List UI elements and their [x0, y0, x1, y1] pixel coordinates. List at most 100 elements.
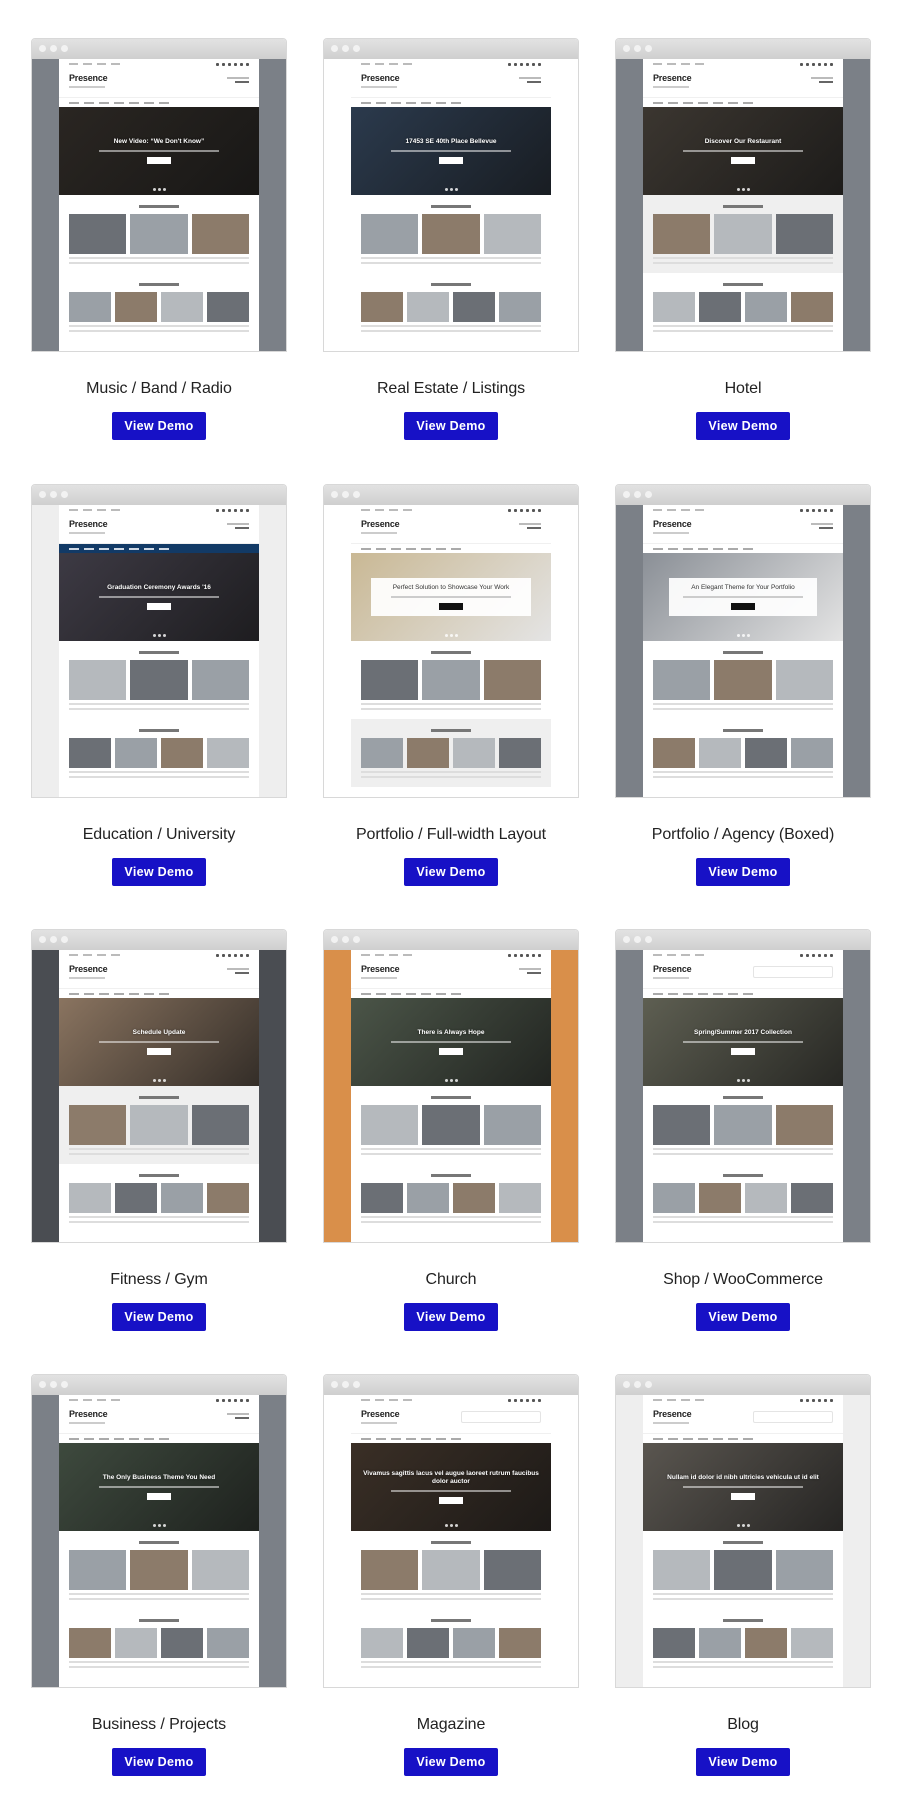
view-demo-button[interactable]: View Demo	[112, 1303, 206, 1331]
preview-thumbnail	[653, 1628, 695, 1658]
demo-preview[interactable]: Presence 17453 SE 40th Place Bellevue	[323, 38, 579, 352]
preview-section	[643, 195, 843, 273]
view-demo-button[interactable]: View Demo	[696, 1303, 790, 1331]
browser-chrome	[616, 485, 870, 505]
window-dot-icon	[61, 45, 68, 52]
preview-site: Presence Vivamus sagittis lacus vel augu…	[351, 1395, 551, 1687]
view-demo-button[interactable]: View Demo	[696, 1748, 790, 1776]
preview-header: Presence	[643, 515, 843, 543]
social-icons	[508, 508, 541, 512]
window-dot-icon	[61, 936, 68, 943]
preview-thumbnail	[69, 1105, 127, 1145]
preview-topbar	[351, 950, 551, 960]
preview-hero: Vivamus sagittis lacus vel augue laoreet…	[351, 1443, 551, 1531]
preview-thumbnail	[453, 738, 495, 768]
demo-preview[interactable]: Presence Perfect Solution to Showcase Yo…	[323, 484, 579, 798]
preview-hero-title: Schedule Update	[132, 1029, 186, 1037]
view-demo-button[interactable]: View Demo	[112, 412, 206, 440]
preview-hero-title: Vivamus sagittis lacus vel augue laoreet…	[363, 1470, 539, 1485]
window-dot-icon	[645, 936, 652, 943]
view-demo-button[interactable]: View Demo	[696, 858, 790, 886]
view-demo-button[interactable]: View Demo	[404, 1303, 498, 1331]
demo-title: Portfolio / Agency (Boxed)	[651, 826, 835, 843]
preview-thumbnail	[653, 660, 711, 700]
preview-thumbnail	[745, 1183, 787, 1213]
preview-section	[351, 1086, 551, 1164]
preview-viewport: Presence Schedule Update	[32, 950, 286, 1242]
preview-viewport: Presence 17453 SE 40th Place Bellevue	[324, 59, 578, 351]
preview-hero-button	[439, 602, 463, 610]
demo-preview[interactable]: Presence New Video: “We Don't Know”	[31, 38, 287, 352]
preview-thumbnail	[714, 660, 772, 700]
slider-dots	[444, 188, 458, 191]
preview-thumbnail	[69, 1183, 111, 1213]
demo-preview[interactable]: Presence An Elegant Theme for Your Portf…	[615, 484, 871, 798]
preview-site: Presence The Only Business Theme You Nee…	[59, 1395, 259, 1687]
preview-thumbnail	[653, 1105, 711, 1145]
preview-sections	[351, 195, 551, 351]
preview-site: Presence There is Always Hope	[351, 950, 551, 1242]
preview-section	[643, 273, 843, 341]
preview-thumbnail	[361, 660, 419, 700]
demo-card: Presence Schedule Update Fitness / Gym V…	[31, 929, 287, 1331]
browser-chrome	[616, 1375, 870, 1395]
preview-topbar	[59, 505, 259, 515]
preview-topbar	[643, 59, 843, 69]
view-demo-button[interactable]: View Demo	[404, 412, 498, 440]
preview-thumbnail	[407, 738, 449, 768]
demo-title: Church	[425, 1271, 477, 1288]
preview-sections	[351, 1531, 551, 1677]
window-dot-icon	[61, 491, 68, 498]
view-demo-button[interactable]: View Demo	[696, 412, 790, 440]
browser-chrome	[616, 930, 870, 950]
demo-preview[interactable]: Presence Vivamus sagittis lacus vel augu…	[323, 1374, 579, 1688]
preview-topbar	[643, 505, 843, 515]
preview-header: Presence	[351, 515, 551, 543]
demo-preview[interactable]: Presence There is Always Hope	[323, 929, 579, 1243]
demo-preview[interactable]: Presence Spring/Summer 2017 Collection	[615, 929, 871, 1243]
preview-hero-button	[439, 156, 463, 164]
social-icons	[508, 953, 541, 957]
preview-thumbnail	[361, 1628, 403, 1658]
preview-thumbnail	[483, 1105, 541, 1145]
window-dot-icon	[50, 491, 57, 498]
demo-preview[interactable]: Presence The Only Business Theme You Nee…	[31, 1374, 287, 1688]
demo-title: Portfolio / Full-width Layout	[355, 826, 547, 843]
slider-dots	[736, 634, 750, 637]
preview-thumbnail	[191, 1105, 249, 1145]
preview-logo: Presence	[653, 519, 692, 529]
view-demo-button[interactable]: View Demo	[112, 1748, 206, 1776]
slider-dots	[736, 1524, 750, 1527]
preview-hero-title: The Only Business Theme You Need	[102, 1474, 216, 1482]
demo-card: Presence Graduation Ceremony Awards '16	[31, 484, 287, 886]
preview-sections	[59, 1531, 259, 1677]
preview-nav	[59, 1433, 259, 1443]
preview-thumbnail	[653, 292, 695, 322]
window-dot-icon	[645, 1381, 652, 1388]
window-dot-icon	[645, 491, 652, 498]
window-dot-icon	[331, 1381, 338, 1388]
preview-thumbnail	[69, 292, 111, 322]
preview-thumbnail	[115, 1628, 157, 1658]
slider-dots	[444, 634, 458, 637]
preview-thumbnail	[69, 738, 111, 768]
view-demo-button[interactable]: View Demo	[404, 858, 498, 886]
view-demo-button[interactable]: View Demo	[404, 1748, 498, 1776]
preview-thumbnail	[191, 1550, 249, 1590]
demo-preview[interactable]: Presence Nullam id dolor id nibh ultrici…	[615, 1374, 871, 1688]
preview-header: Presence	[59, 69, 259, 97]
preview-topbar	[59, 59, 259, 69]
demo-preview[interactable]: Presence Graduation Ceremony Awards '16	[31, 484, 287, 798]
demo-preview[interactable]: Presence Schedule Update	[31, 929, 287, 1243]
preview-thumbnail	[699, 738, 741, 768]
slider-dots	[152, 1079, 166, 1082]
preview-section	[59, 1164, 259, 1232]
demo-preview[interactable]: Presence Discover Our Restaurant	[615, 38, 871, 352]
preview-logo: Presence	[653, 73, 692, 83]
preview-hero: Perfect Solution to Showcase Your Work	[351, 553, 551, 641]
view-demo-button[interactable]: View Demo	[112, 858, 206, 886]
preview-nav	[351, 988, 551, 998]
preview-thumbnail	[499, 738, 541, 768]
preview-nav	[351, 97, 551, 107]
preview-thumbnail	[207, 738, 249, 768]
